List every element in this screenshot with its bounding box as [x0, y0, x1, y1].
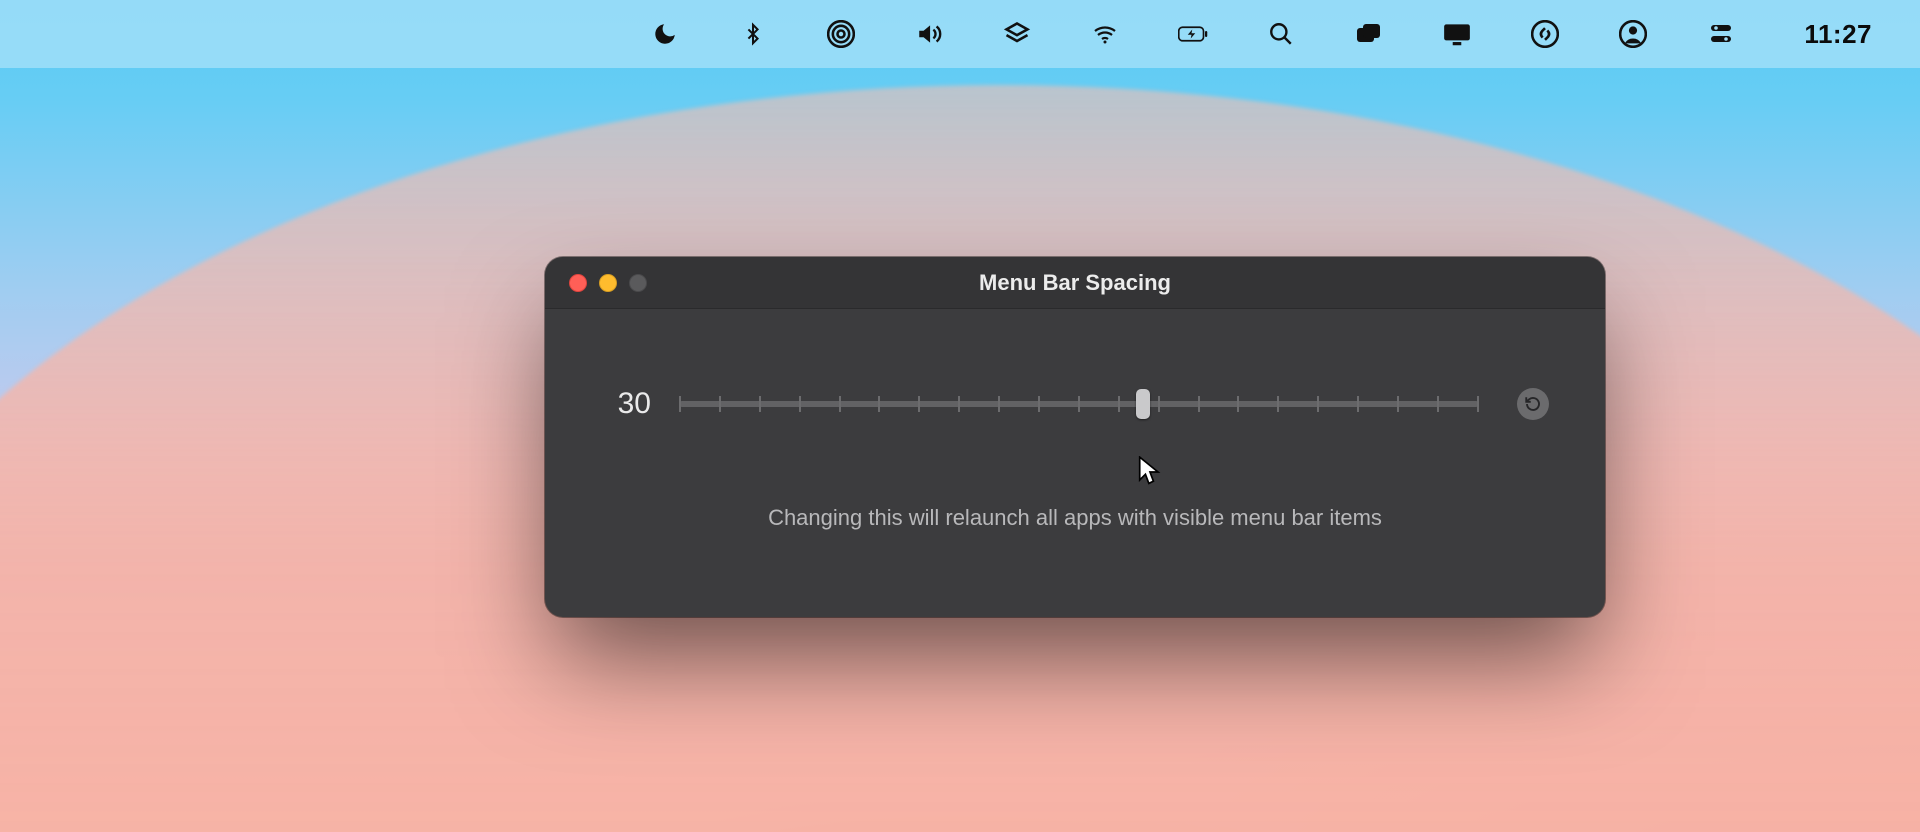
shazam-icon[interactable] [1530, 19, 1560, 49]
spacing-slider-row: 30 [601, 387, 1549, 421]
close-button[interactable] [569, 274, 587, 292]
do-not-disturb-icon[interactable] [650, 19, 680, 49]
stack-icon[interactable] [1002, 19, 1032, 49]
sound-icon[interactable] [914, 19, 944, 49]
window-content: 30 Changing this will relaunch all apps … [545, 309, 1605, 531]
bluetooth-icon[interactable] [738, 19, 768, 49]
menu-bar-clock[interactable]: 11:27 [1804, 19, 1872, 50]
control-center-icon[interactable] [1706, 19, 1736, 49]
airdrop-icon[interactable] [826, 19, 856, 49]
slider-thumb[interactable] [1136, 389, 1150, 419]
battery-icon[interactable] [1178, 19, 1208, 49]
slider-value-label: 30 [601, 387, 651, 421]
stage-manager-icon[interactable] [1354, 19, 1384, 49]
screen-mirroring-icon[interactable] [1442, 19, 1472, 49]
titlebar[interactable]: Menu Bar Spacing [545, 257, 1605, 309]
traffic-lights [545, 274, 647, 292]
app-window: Menu Bar Spacing 30 Changing this will r… [545, 257, 1605, 617]
zoom-button[interactable] [629, 274, 647, 292]
slider-ticks [679, 389, 1479, 419]
spacing-slider[interactable] [679, 389, 1479, 419]
reset-button[interactable] [1517, 388, 1549, 420]
minimize-button[interactable] [599, 274, 617, 292]
wifi-icon[interactable] [1090, 19, 1120, 49]
window-title: Menu Bar Spacing [545, 270, 1605, 296]
desktop: 11:27 Menu Bar Spacing 30 [0, 0, 1920, 832]
user-icon[interactable] [1618, 19, 1648, 49]
slider-note: Changing this will relaunch all apps wit… [601, 505, 1549, 531]
spotlight-icon[interactable] [1266, 19, 1296, 49]
menu-bar: 11:27 [0, 0, 1920, 68]
